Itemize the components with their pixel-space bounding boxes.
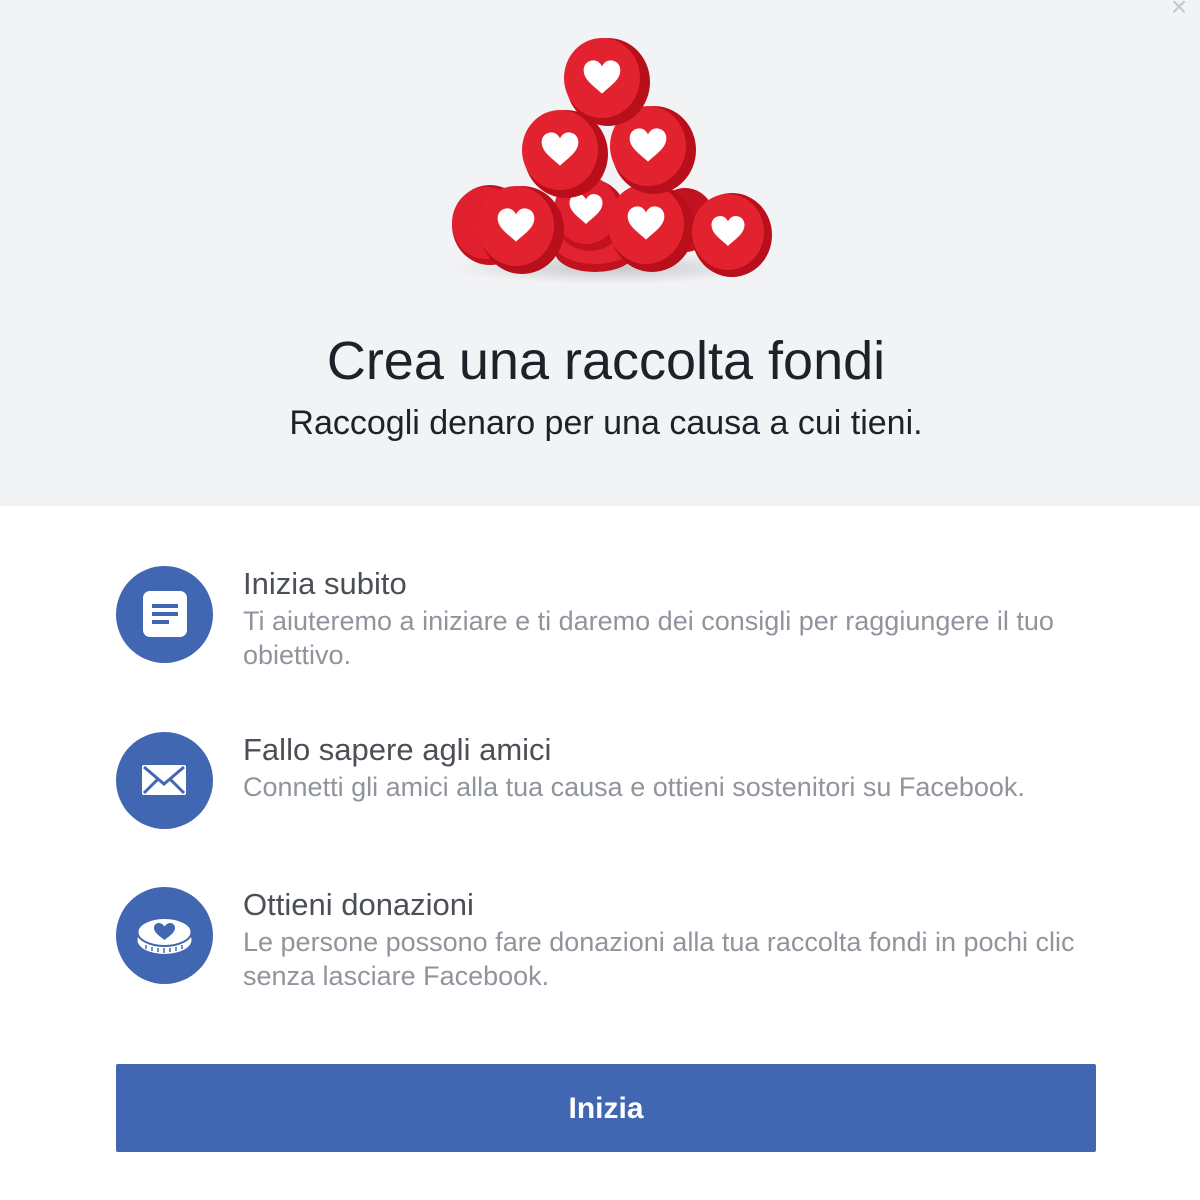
feature-title: Fallo sapere agli amici bbox=[243, 732, 552, 767]
feature-title: Inizia subito bbox=[243, 566, 407, 601]
close-icon[interactable]: × bbox=[1166, 0, 1192, 21]
feature-item-get-started: Inizia subito Ti aiuteremo a iniziare e … bbox=[116, 566, 1106, 676]
feature-item-get-donations: Ottieni donazioni Le persone possono far… bbox=[116, 887, 1106, 997]
page-subtitle: Raccogli denaro per una causa a cui tien… bbox=[289, 404, 923, 442]
envelope-icon bbox=[116, 732, 213, 829]
fundraiser-dialog: × Crea una raccolta fondi Raccogli denar… bbox=[0, 0, 1200, 1200]
feature-title: Ottieni donazioni bbox=[243, 887, 474, 922]
feature-item-tell-friends: Fallo sapere agli amici Connetti gli ami… bbox=[116, 732, 1106, 832]
page-title: Crea una raccolta fondi bbox=[326, 331, 886, 391]
feature-description: Connetti gli amici alla tua causa e otti… bbox=[243, 772, 1025, 802]
feature-description: Le persone possono fare donazioni alla t… bbox=[243, 927, 1075, 991]
feature-description: Ti aiuteremo a iniziare e ti daremo dei … bbox=[243, 606, 1054, 670]
heart-coin-icon bbox=[116, 887, 213, 984]
hero-section: × Crea una raccolta fondi Raccogli denar… bbox=[0, 0, 1200, 506]
heart-tokens-illustration bbox=[450, 38, 772, 284]
start-button[interactable]: Inizia bbox=[116, 1064, 1096, 1152]
document-icon bbox=[116, 566, 213, 663]
